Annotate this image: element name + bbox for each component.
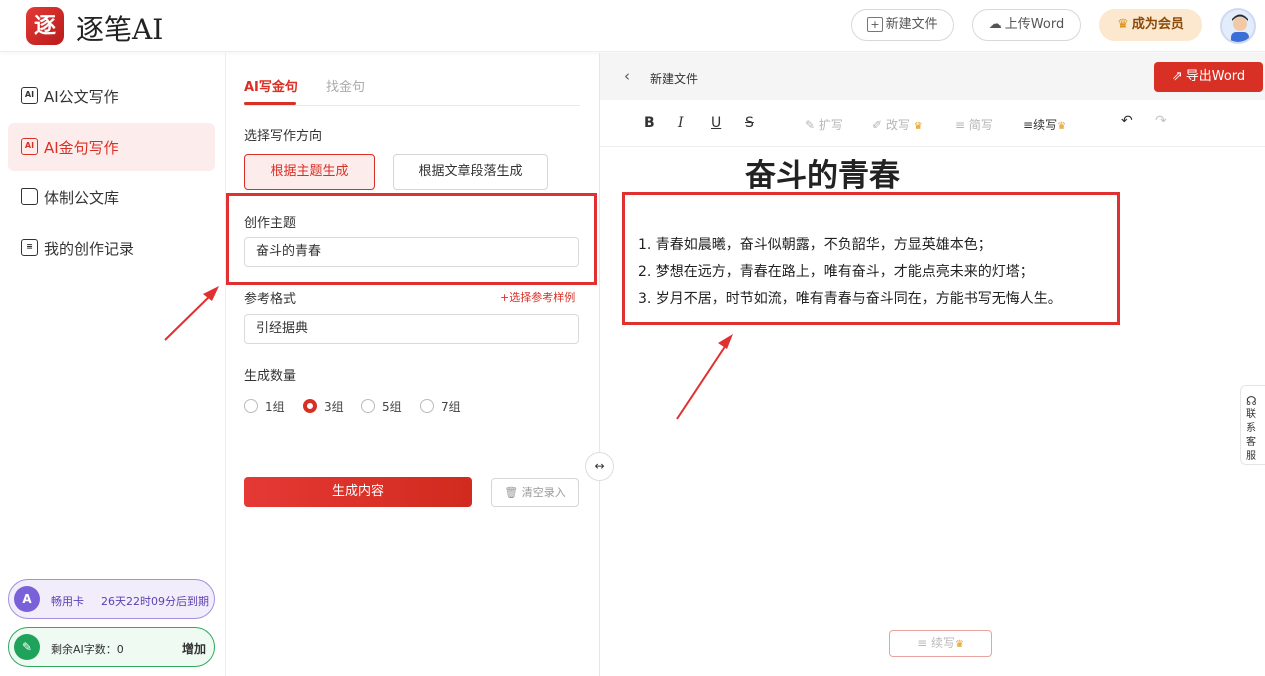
redo-icon[interactable]: ↷ bbox=[1155, 113, 1167, 129]
user-avatar[interactable] bbox=[1220, 8, 1256, 44]
rewrite-button[interactable]: ✐ 改写 ♛ bbox=[872, 116, 923, 133]
document-name[interactable]: 新建文件 bbox=[650, 70, 698, 87]
radio-circle bbox=[361, 399, 375, 413]
continue-write-button[interactable]: ≡续写♛ bbox=[1023, 116, 1066, 133]
choose-reference-sample-link[interactable]: +选择参考样例 bbox=[500, 289, 575, 305]
underline-button[interactable]: U bbox=[711, 115, 721, 131]
tab-divider bbox=[244, 105, 580, 106]
folder-icon bbox=[21, 188, 38, 205]
headset-icon: ☊ bbox=[1246, 394, 1257, 408]
record-icon: ≡ bbox=[21, 239, 38, 256]
radio-circle bbox=[420, 399, 434, 413]
upload-word-button[interactable]: ☁ 上传Word bbox=[972, 9, 1081, 41]
logo-icon[interactable]: 逐 bbox=[26, 7, 64, 45]
sidebar-item-document-library[interactable]: 体制公文库 bbox=[8, 173, 215, 221]
expand-icon: ✎ bbox=[805, 118, 816, 132]
increase-button[interactable]: 增加 bbox=[182, 640, 206, 657]
customer-service-tab[interactable]: ☊ 联系客服 bbox=[1240, 385, 1265, 465]
highlight-box-output bbox=[622, 192, 1120, 325]
direction-label: 选择写作方向 bbox=[244, 129, 323, 144]
simplify-icon: ≡ bbox=[955, 118, 966, 132]
generate-count-label: 生成数量 bbox=[244, 369, 297, 384]
sidebar-item-ai-quote[interactable]: AI AI金句写作 bbox=[8, 123, 215, 171]
remaining-words-badge: ✎ 剩余AI字数：0 增加 bbox=[8, 627, 215, 667]
crown-icon: ♛ bbox=[954, 639, 964, 650]
membership-card-badge[interactable]: A 畅用卡 26天22时09分后到期 bbox=[8, 579, 215, 619]
tab-find-quote[interactable]: 找金句 bbox=[326, 76, 365, 95]
sidebar-item-ai-document[interactable]: AI AI公文写作 bbox=[8, 72, 215, 120]
card-icon: A bbox=[14, 586, 40, 612]
crown-icon: ♛ bbox=[1057, 121, 1067, 132]
export-word-button[interactable]: ⇗ 导出Word bbox=[1154, 62, 1263, 92]
reference-format-label: 参考格式 bbox=[244, 292, 297, 307]
clear-input-button[interactable]: 🗑 清空录入 bbox=[491, 478, 579, 507]
cloud-upload-icon: ☁ bbox=[988, 17, 1002, 32]
resize-arrows-icon: ↔ bbox=[594, 459, 605, 473]
brand-name[interactable]: 逐笔AI bbox=[76, 8, 163, 48]
continue-write-bottom-button[interactable]: ≡ 续写♛ bbox=[889, 630, 992, 657]
italic-button[interactable]: I bbox=[678, 115, 684, 131]
radio-selected bbox=[303, 399, 317, 413]
strikethrough-button[interactable]: S bbox=[745, 115, 754, 131]
generate-content-button[interactable]: 生成内容 bbox=[244, 477, 472, 507]
export-icon: ⇗ bbox=[1171, 69, 1183, 84]
ai-quote-icon: AI bbox=[21, 138, 38, 155]
rewrite-icon: ✐ bbox=[872, 118, 883, 132]
back-chevron-icon[interactable]: ‹ bbox=[624, 67, 630, 85]
sidebar-item-my-records[interactable]: ≡ 我的创作记录 bbox=[8, 224, 215, 272]
crown-icon: ♛ bbox=[913, 121, 923, 132]
crown-icon: ♛ bbox=[1117, 17, 1129, 32]
become-member-button[interactable]: ♛ 成为会员 bbox=[1099, 9, 1202, 41]
plus-file-icon: + bbox=[867, 17, 883, 32]
generate-by-topic-option[interactable]: 根据主题生成 bbox=[244, 154, 375, 190]
edit-doc-icon: ✎ bbox=[14, 634, 40, 660]
active-tab-indicator bbox=[244, 102, 296, 105]
app-header: 逐 逐笔AI + 新建文件 ☁ 上传Word ♛ 成为会员 bbox=[0, 0, 1265, 52]
generate-by-paragraph-option[interactable]: 根据文章段落生成 bbox=[393, 154, 548, 190]
undo-icon[interactable]: ↶ bbox=[1121, 113, 1133, 129]
expand-button[interactable]: ✎ 扩写 bbox=[805, 116, 843, 133]
trash-icon: 🗑 bbox=[504, 486, 519, 499]
resize-handle[interactable]: ↔ bbox=[585, 452, 614, 481]
new-file-button[interactable]: + 新建文件 bbox=[851, 9, 954, 41]
continue-icon: ≡ bbox=[1023, 118, 1034, 132]
reference-format-input[interactable]: 引经据典 bbox=[244, 314, 579, 344]
ai-doc-icon: AI bbox=[21, 87, 38, 104]
document-title[interactable]: 奋斗的青春 bbox=[600, 150, 1045, 195]
highlight-box-topic bbox=[226, 193, 597, 285]
tab-ai-write-quote[interactable]: AI写金句 bbox=[244, 76, 298, 95]
bold-button[interactable]: B bbox=[644, 115, 655, 131]
continue-icon: ≡ bbox=[917, 636, 928, 650]
radio-circle bbox=[244, 399, 258, 413]
simplify-button[interactable]: ≡ 简写 bbox=[955, 116, 993, 133]
